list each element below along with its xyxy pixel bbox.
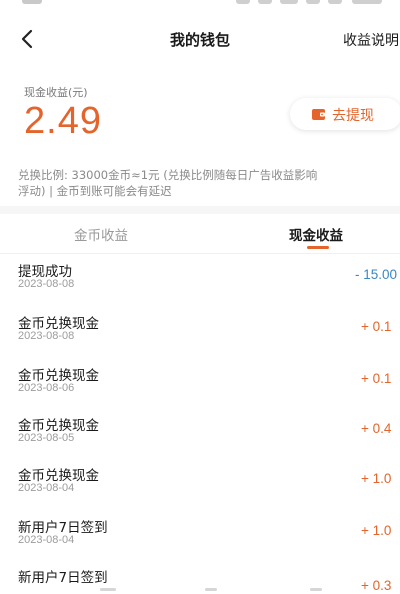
record-date: 2023-08-08 bbox=[18, 330, 75, 342]
record-amount: + 0.4 bbox=[361, 421, 392, 436]
status-bar bbox=[0, 0, 400, 12]
record-amount: + 0.1 bbox=[361, 319, 392, 334]
record-title: 金币兑换现金 bbox=[18, 368, 99, 384]
list-item: 金币兑换现金 2023-08-04 + 1.0 bbox=[0, 458, 400, 510]
status-icons bbox=[236, 0, 386, 4]
cash-earnings-value: 2.49 bbox=[24, 100, 102, 142]
record-title: 金币兑换现金 bbox=[18, 316, 99, 332]
active-tab-indicator bbox=[307, 246, 329, 249]
withdraw-button[interactable]: 去提现 bbox=[290, 98, 400, 130]
status-time bbox=[22, 0, 42, 4]
record-amount: + 1.0 bbox=[361, 523, 392, 538]
record-date: 2023-08-04 bbox=[18, 482, 75, 494]
exchange-rate-line-1: 兑换比例: 33000金币≈1元 (兑换比例随每日广告收益影响 bbox=[18, 168, 318, 182]
record-title: 新用户7日签到 bbox=[18, 520, 108, 536]
system-nav-bar bbox=[0, 588, 400, 594]
exchange-rate-line-2: 浮动) | 金币到账可能会有延迟 bbox=[18, 184, 172, 198]
cash-records-list: 提现成功 2023-08-08 - 15.00 金币兑换现金 2023-08-0… bbox=[0, 254, 400, 594]
record-date: 2023-08-04 bbox=[18, 534, 75, 546]
top-nav-bar: 我的钱包 收益说明 bbox=[0, 22, 400, 56]
list-item: 金币兑换现金 2023-08-05 + 0.4 bbox=[0, 408, 400, 458]
earnings-tabs: 金币收益 现金收益 bbox=[0, 214, 400, 254]
record-title: 新用户7日签到 bbox=[18, 570, 108, 586]
earnings-help-link[interactable]: 收益说明 bbox=[343, 30, 400, 50]
list-item: 金币兑换现金 2023-08-08 + 0.1 bbox=[0, 306, 400, 358]
record-amount: + 0.1 bbox=[361, 371, 392, 386]
section-divider bbox=[0, 206, 400, 214]
record-title: 提现成功 bbox=[18, 264, 72, 280]
list-item: 金币兑换现金 2023-08-06 + 0.1 bbox=[0, 358, 400, 408]
withdraw-label: 去提现 bbox=[332, 108, 374, 124]
page-title: 我的钱包 bbox=[169, 31, 230, 49]
record-date: 2023-08-08 bbox=[18, 278, 75, 290]
cash-earnings-label: 现金收益(元) bbox=[24, 86, 88, 99]
record-date: 2023-08-06 bbox=[18, 382, 75, 394]
record-title: 金币兑换现金 bbox=[18, 468, 99, 484]
list-item: 新用户7日签到 2023-08-04 + 1.0 bbox=[0, 510, 400, 560]
list-item: 提现成功 2023-08-08 - 15.00 bbox=[0, 254, 400, 306]
record-date: 2023-08-05 bbox=[18, 432, 75, 444]
record-amount: - 15.00 bbox=[355, 267, 398, 282]
exchange-rate-note: 兑换比例: 33000金币≈1元 (兑换比例随每日广告收益影响 浮动) | 金币… bbox=[18, 167, 400, 199]
tab-coin-earnings[interactable]: 金币收益 bbox=[74, 224, 128, 244]
record-amount: + 1.0 bbox=[361, 471, 392, 486]
record-title: 金币兑换现金 bbox=[18, 418, 99, 434]
wallet-icon bbox=[312, 109, 325, 120]
tab-cash-earnings[interactable]: 现金收益 bbox=[289, 224, 343, 244]
